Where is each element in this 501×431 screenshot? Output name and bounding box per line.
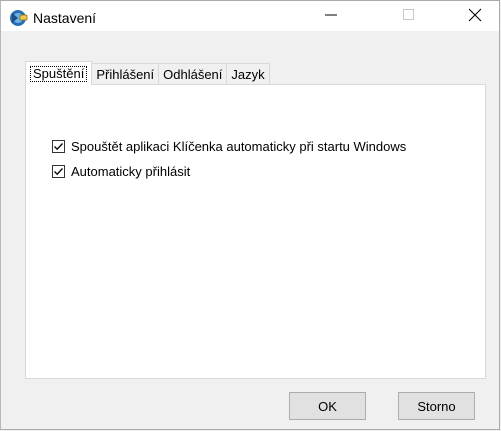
option-autostart[interactable]: Spouštět aplikaci Klíčenka automaticky p… [52, 139, 406, 154]
tab-label: Přihlášení [96, 67, 155, 82]
title-bar[interactable]: Nastavení [1, 1, 499, 31]
settings-window: Nastavení Spuštění Přihlášení Odhlášení … [0, 0, 500, 430]
tab-jazyk[interactable]: Jazyk [226, 63, 270, 85]
cancel-button[interactable]: Storno [398, 392, 475, 420]
checkmark-icon [54, 168, 63, 176]
tab-label: Jazyk [231, 67, 265, 82]
close-icon [468, 8, 482, 25]
option-autologin[interactable]: Automaticky přihlásit [52, 164, 190, 179]
keychain-app-icon [9, 9, 29, 27]
minimize-button[interactable] [308, 1, 354, 31]
checkmark-icon [54, 143, 63, 151]
autostart-label: Spouštět aplikaci Klíčenka automaticky p… [71, 139, 407, 154]
autologin-label: Automaticky přihlásit [71, 164, 191, 179]
tab-strip: Spuštění Přihlášení Odhlášení Jazyk [25, 61, 270, 85]
tab-prihlaseni[interactable]: Přihlášení [91, 63, 160, 85]
maximize-icon [403, 8, 415, 24]
tab-label: Spuštění [30, 65, 88, 82]
autologin-checkbox[interactable] [52, 165, 65, 178]
autostart-checkbox[interactable] [52, 140, 65, 153]
close-button[interactable] [452, 1, 498, 31]
tab-spusteni[interactable]: Spuštění [25, 61, 93, 85]
window-title: Nastavení [33, 10, 97, 26]
tab-odhlaseni[interactable]: Odhlášení [158, 63, 228, 85]
maximize-button[interactable] [386, 1, 432, 31]
ok-button[interactable]: OK [289, 392, 366, 420]
minimize-icon [325, 9, 337, 24]
tab-label: Odhlášení [163, 67, 223, 82]
tab-panel-spusteni: Spouštět aplikaci Klíčenka automaticky p… [25, 84, 486, 379]
